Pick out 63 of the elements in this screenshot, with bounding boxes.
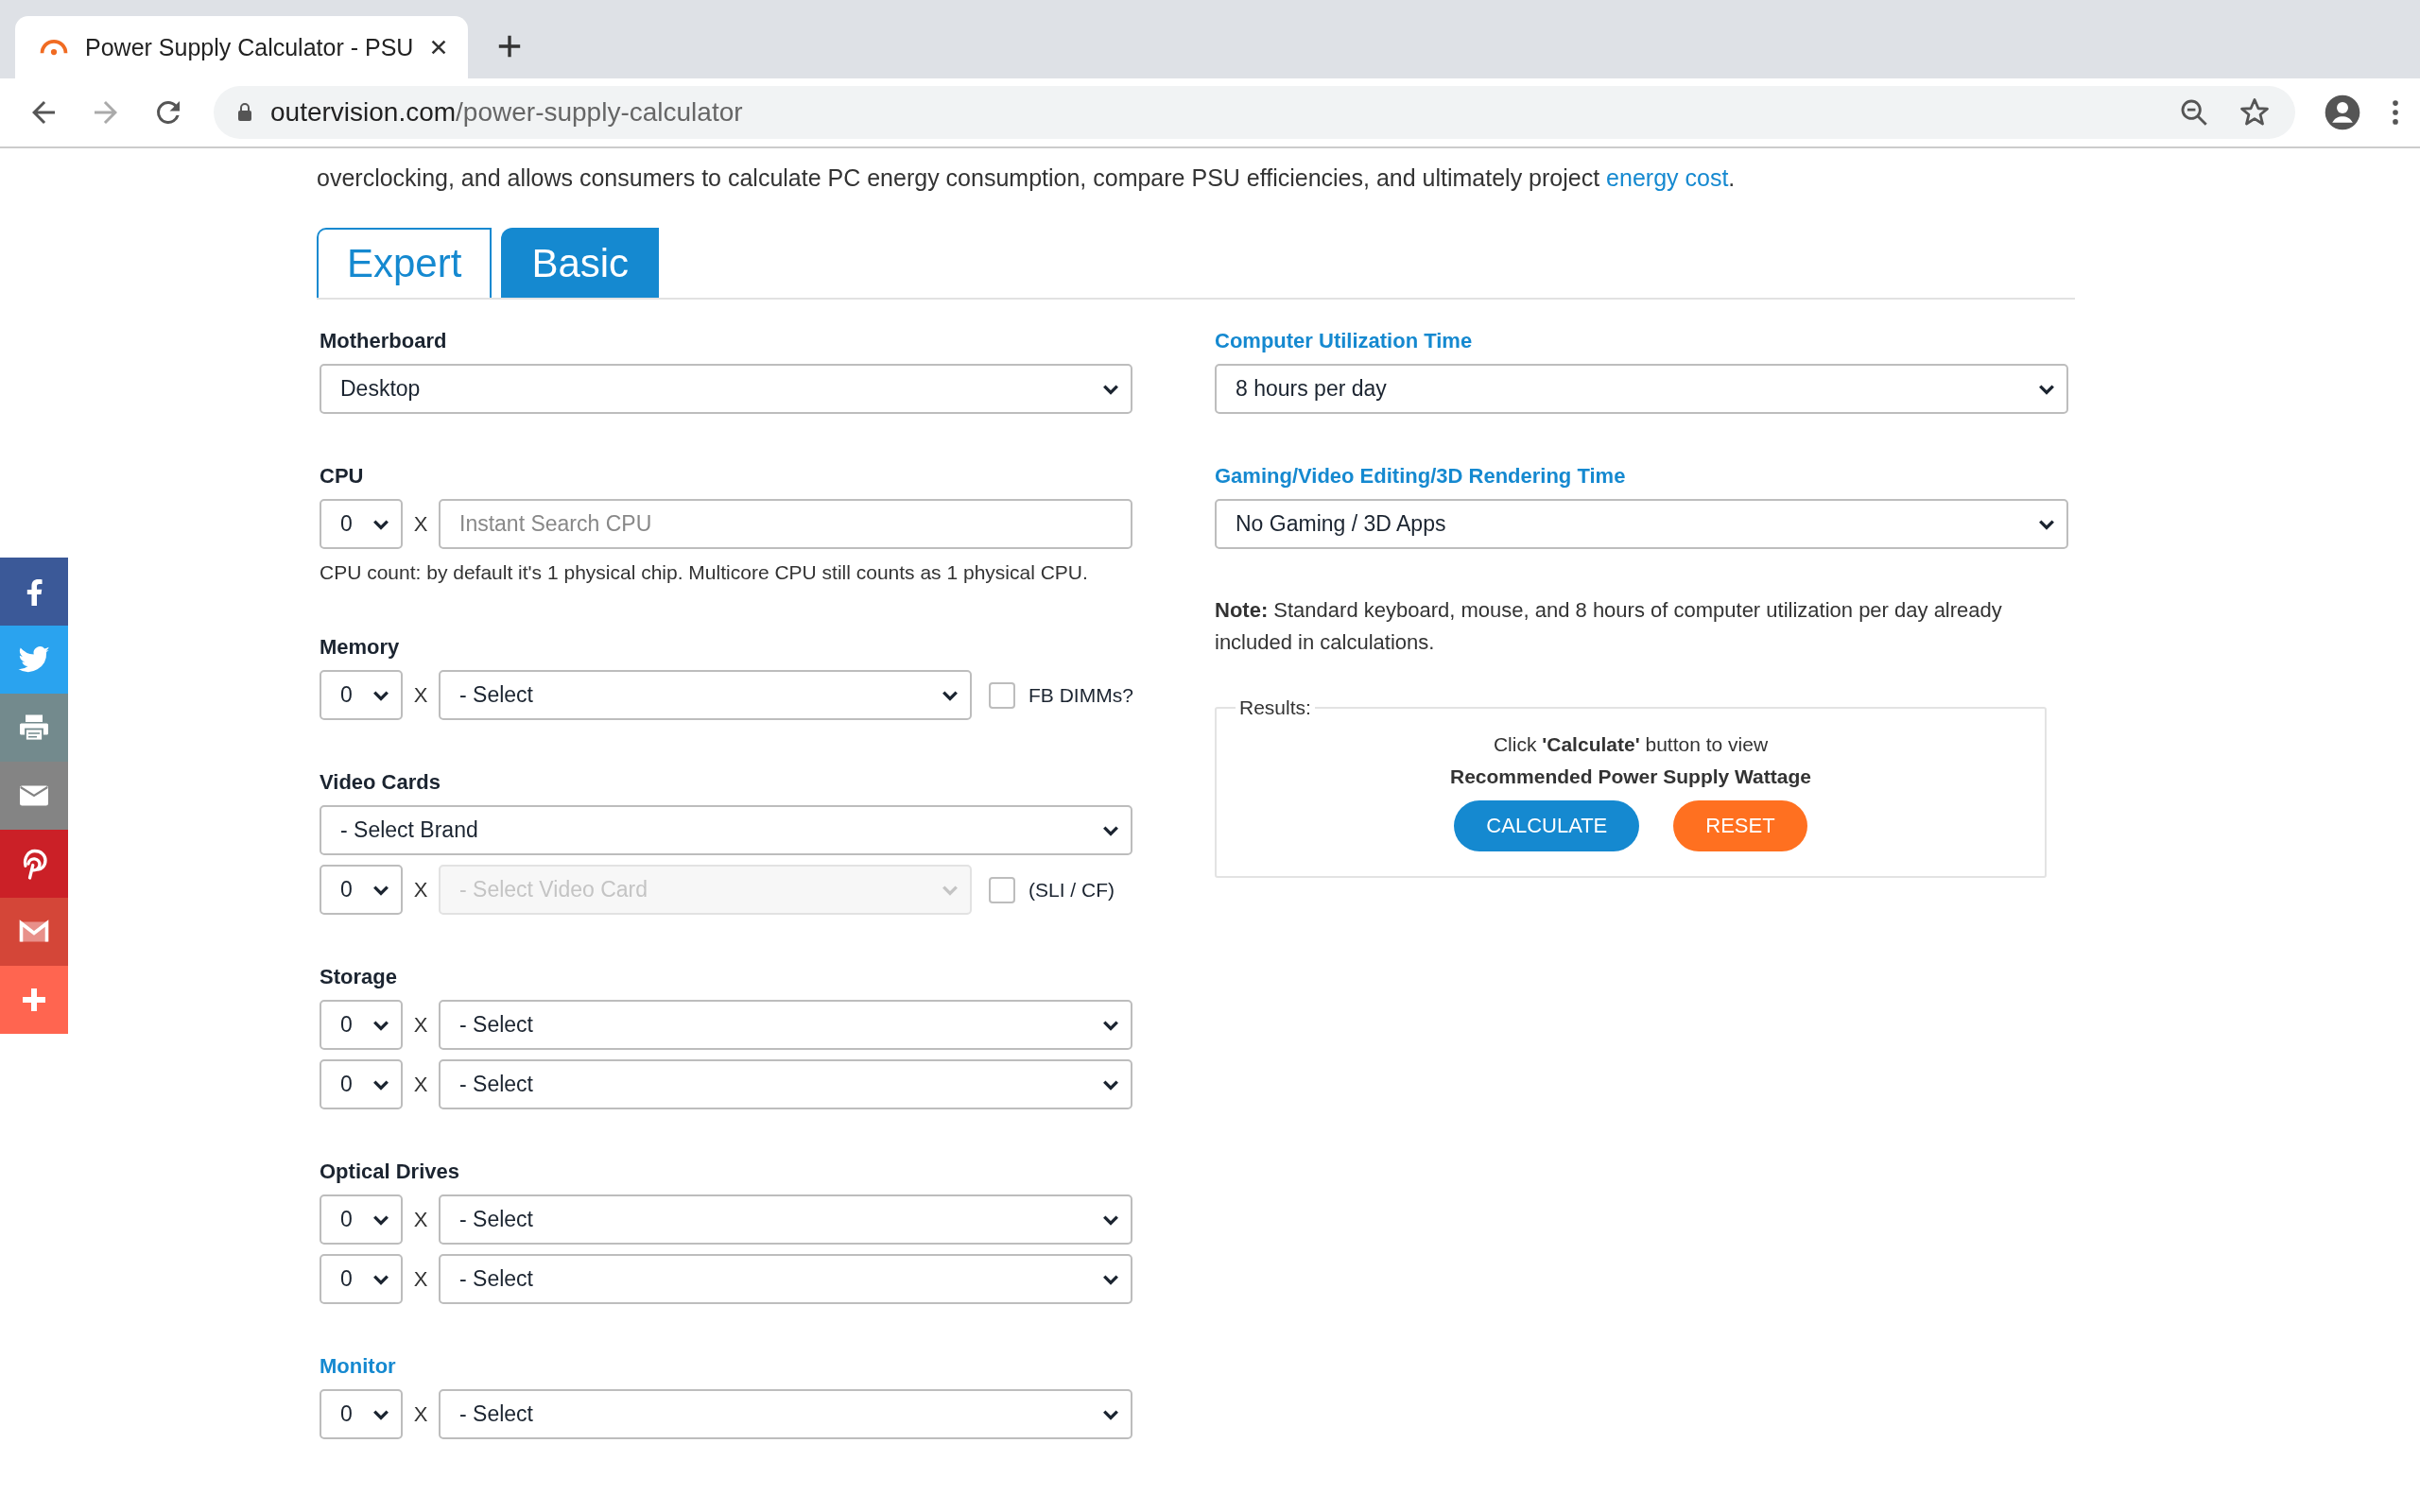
quantity-dropdown[interactable]: 0 (320, 1000, 403, 1050)
share-print-button[interactable] (0, 694, 68, 762)
multiply-sign: X (412, 1072, 429, 1097)
results-prompt: Click 'Calculate' button to view (1492, 732, 1770, 757)
share-facebook-button[interactable] (0, 558, 68, 626)
mode-tab[interactable]: Basic (501, 228, 660, 298)
field-label: Memory (320, 634, 401, 661)
field-label: Motherboard (320, 328, 448, 354)
quantity-dropdown[interactable]: 0 (320, 1059, 403, 1109)
account-icon[interactable] (2324, 94, 2361, 131)
lock-icon (236, 103, 253, 122)
field-label: CPU (320, 463, 365, 490)
close-icon[interactable] (430, 39, 448, 56)
multiply-sign: X (412, 1207, 429, 1232)
field-label: Monitor (320, 1353, 397, 1380)
dropdown[interactable]: - Select (439, 1254, 1132, 1304)
star-icon[interactable] (2238, 96, 2271, 129)
field-label: Computer Utilization Time (1215, 328, 1474, 354)
quantity-dropdown[interactable]: 0 (320, 499, 403, 549)
tab-title: Power Supply Calculator - PSU (85, 33, 414, 61)
browser-tab[interactable]: Power Supply Calculator - PSU (15, 16, 469, 78)
field-label: Video Cards (320, 769, 441, 796)
quantity-dropdown[interactable]: 0 (320, 1254, 403, 1304)
url-text: outervision.com/power-supply-calculator (270, 97, 744, 128)
dropdown[interactable]: - Select (439, 1000, 1132, 1050)
dropdown[interactable]: - Select (439, 1194, 1132, 1245)
multiply-sign: X (412, 1012, 429, 1038)
quantity-dropdown[interactable]: 0 (320, 1194, 403, 1245)
dropdown[interactable]: No Gaming / 3D Apps (1215, 499, 2068, 549)
multiply-sign: X (412, 1401, 429, 1427)
results-legend: Results: (1236, 696, 1315, 719)
dropdown[interactable]: - Select (439, 670, 972, 720)
field-label: Gaming/Video Editing/3D Rendering Time (1215, 463, 1627, 490)
arc-icon (40, 39, 68, 56)
address-bar[interactable]: outervision.com/power-supply-calculator (214, 86, 2295, 139)
quantity-dropdown[interactable]: 0 (320, 670, 403, 720)
note-text: Note: Standard keyboard, mouse, and 8 hours of computer utilization per day already included in calculations. (1215, 597, 2003, 656)
intro-text: overclocking, and allows consumers to calculate PC energy consumption, compare PSU efficiencies, and ultimately project energy cost. (317, 163, 1737, 193)
field-label: Optical Drives (320, 1159, 460, 1185)
quantity-dropdown[interactable]: 0 (320, 1389, 403, 1439)
checkbox-label: (SLI / CF) (1028, 878, 1115, 902)
dropdown[interactable]: 8 hours per day (1215, 364, 2068, 414)
share-pinterest-button[interactable] (0, 830, 68, 898)
checkbox[interactable] (989, 681, 1015, 709)
dropdown[interactable]: Desktop (320, 364, 1132, 414)
share-more-button[interactable] (0, 966, 68, 1034)
search-field[interactable]: Instant Search CPU (439, 499, 1132, 549)
multiply-sign: X (412, 1266, 429, 1292)
share-email-button[interactable] (0, 762, 68, 830)
calculate-button[interactable]: CALCULATE (1454, 800, 1640, 851)
energy-cost-link[interactable]: energy cost (1606, 164, 1729, 191)
results-headline: Recommended Power Supply Wattage (1449, 765, 1812, 789)
multiply-sign: X (412, 511, 429, 537)
dropdown[interactable]: - Select (439, 1389, 1132, 1439)
share-gmail-button[interactable] (0, 898, 68, 966)
help-text: CPU count: by default it's 1 physical chip. Multicore CPU still counts as 1 physical CPU. (320, 560, 1089, 585)
dropdown[interactable]: - Select Brand (320, 805, 1132, 855)
multiply-sign: X (412, 682, 429, 708)
multiply-sign: X (412, 877, 429, 902)
checkbox-label: FB DIMMs? (1028, 683, 1132, 707)
field-label: Storage (320, 964, 398, 990)
dropdown[interactable]: - Select (439, 1059, 1132, 1109)
mode-tab[interactable]: Expert (317, 228, 493, 298)
